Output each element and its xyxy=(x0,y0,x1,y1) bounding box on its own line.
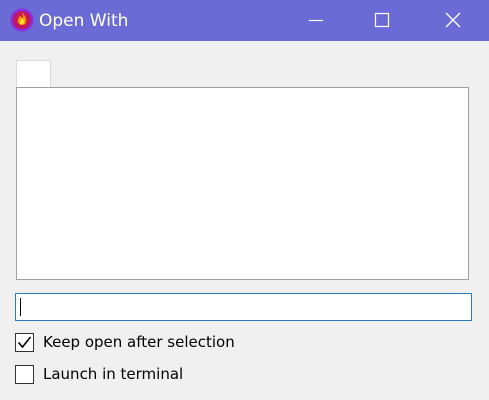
title-bar[interactable]: Open With xyxy=(0,0,489,41)
window-title: Open With xyxy=(39,11,129,31)
minimize-icon xyxy=(309,19,323,22)
command-input[interactable] xyxy=(15,293,472,321)
close-icon xyxy=(445,12,461,28)
keep-open-option[interactable]: Keep open after selection xyxy=(15,332,235,352)
application-list-panel[interactable] xyxy=(16,87,469,280)
text-caret xyxy=(20,298,21,316)
app-icon xyxy=(10,8,34,32)
launch-terminal-label: Launch in terminal xyxy=(43,365,184,383)
launch-terminal-checkbox[interactable] xyxy=(15,364,34,384)
close-button[interactable] xyxy=(430,0,476,41)
maximize-button[interactable] xyxy=(359,0,405,41)
keep-open-label: Keep open after selection xyxy=(43,333,235,351)
minimize-button[interactable] xyxy=(293,0,339,41)
keep-open-checkbox[interactable] xyxy=(15,332,34,352)
tab-blank[interactable] xyxy=(16,60,51,89)
launch-terminal-option[interactable]: Launch in terminal xyxy=(15,364,183,384)
maximize-icon xyxy=(374,12,390,28)
checkmark-icon xyxy=(17,336,32,348)
